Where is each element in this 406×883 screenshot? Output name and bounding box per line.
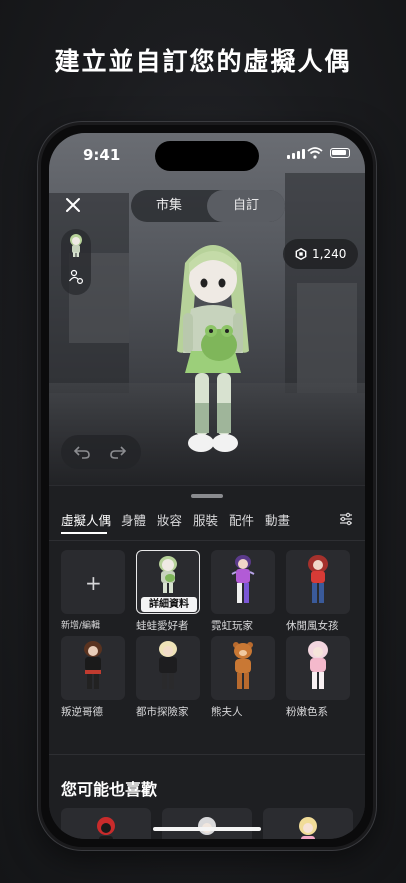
avatar-label: 霓虹玩家	[211, 620, 253, 632]
cellular-signal-icon	[287, 149, 305, 159]
avatar-figure	[97, 817, 115, 839]
avatar-tile-urban-explorer[interactable]	[136, 636, 200, 700]
robux-balance[interactable]: 1,240	[283, 239, 359, 269]
recommendation-card[interactable]	[61, 808, 151, 839]
tab-customize[interactable]: 自訂	[207, 190, 285, 222]
category-tab-accessories[interactable]: 配件	[229, 510, 254, 529]
avatar-label: 粉嫩色系	[286, 706, 328, 718]
home-indicator[interactable]	[153, 827, 261, 831]
avatar-settings-icon[interactable]	[68, 269, 84, 285]
avatar-3d-model[interactable]	[157, 233, 269, 465]
details-button[interactable]: 詳細資料	[141, 597, 197, 612]
avatar-label: 都市探險家	[136, 706, 189, 718]
plus-icon: +	[85, 571, 102, 595]
avatar-figure	[84, 641, 102, 689]
customize-sheet: 虛擬人偶 身體 妝容 服裝 配件 動畫 + 新增/編輯 詳細資料 蛙蛙愛好者 霓…	[49, 485, 365, 839]
status-time: 9:41	[83, 146, 121, 164]
category-tab-animations[interactable]: 動畫	[265, 510, 290, 529]
battery-icon	[330, 148, 350, 158]
avatar-label: 叛逆哥德	[61, 706, 103, 718]
category-tab-body[interactable]: 身體	[121, 510, 146, 529]
avatar-tile-casual-girl[interactable]	[286, 550, 350, 614]
avatar-tile-neon-gamer[interactable]	[211, 550, 275, 614]
app-screen: 9:41 市集 自訂 1,240 虛擬人偶 身體 妝容 服裝 配件 動畫 + 新…	[49, 133, 365, 839]
avatar-label: 休閒風女孩	[286, 620, 339, 632]
filter-icon[interactable]	[339, 512, 353, 526]
avatar-view-switcher	[61, 229, 91, 295]
robux-icon	[295, 248, 307, 260]
add-edit-avatar-tile[interactable]: +	[61, 550, 125, 614]
avatar-figure	[299, 817, 317, 839]
avatar-tile-rebel-goth[interactable]	[61, 636, 125, 700]
avatar-thumbnail-icon[interactable]	[66, 233, 86, 257]
avatar-tile-mrs-bear[interactable]	[211, 636, 275, 700]
robux-amount: 1,240	[312, 247, 347, 261]
recommendation-card[interactable]	[162, 808, 252, 839]
divider	[49, 540, 365, 541]
marketing-headline: 建立並自訂您的虛擬人偶	[54, 47, 352, 76]
sheet-grabber[interactable]	[191, 494, 223, 498]
avatar-label: 新增/編輯	[61, 621, 101, 631]
avatar-figure	[159, 641, 177, 689]
tab-marketplace[interactable]: 市集	[131, 190, 207, 222]
avatar-figure	[308, 555, 328, 603]
phone-frame: 9:41 市集 自訂 1,240 虛擬人偶 身體 妝容 服裝 配件 動畫 + 新…	[38, 122, 376, 850]
redo-icon[interactable]	[109, 444, 127, 460]
active-tab-indicator	[61, 532, 107, 534]
recommendations-title: 您可能也喜歡	[61, 780, 158, 799]
avatar-figure	[159, 556, 177, 593]
avatar-figure	[233, 642, 253, 689]
category-tab-makeup[interactable]: 妝容	[157, 510, 182, 529]
undo-icon[interactable]	[73, 444, 91, 460]
wifi-icon	[307, 147, 323, 159]
avatar-label: 蛙蛙愛好者	[136, 620, 189, 632]
avatar-tile-pastel[interactable]	[286, 636, 350, 700]
avatar-figure	[308, 641, 328, 689]
category-tab-clothing[interactable]: 服裝	[193, 510, 218, 529]
dynamic-island	[155, 141, 259, 171]
category-tabs: 虛擬人偶 身體 妝容 服裝 配件 動畫	[49, 510, 365, 540]
avatar-tile-frog-fan[interactable]: 詳細資料	[136, 550, 200, 614]
recommendation-card[interactable]	[263, 808, 353, 839]
divider	[49, 754, 365, 755]
category-tab-avatar[interactable]: 虛擬人偶	[61, 510, 111, 529]
close-icon[interactable]	[63, 195, 83, 215]
undo-redo-control	[61, 435, 141, 469]
mode-segmented-control: 市集 自訂	[131, 190, 285, 222]
status-bar: 9:41	[49, 133, 365, 177]
avatar-label: 熊夫人	[211, 706, 243, 718]
avatar-figure	[231, 555, 255, 603]
